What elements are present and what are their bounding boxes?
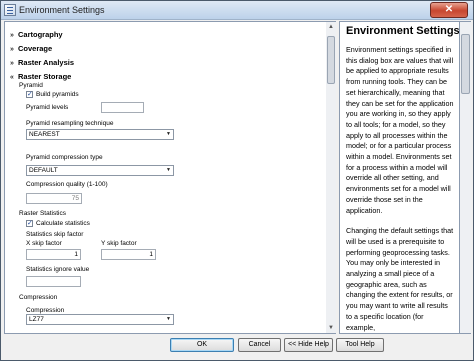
triangle-down-icon: ▼ — [166, 167, 171, 173]
compression-field-label: Compression — [26, 307, 65, 314]
environment-settings-window: Environment Settings ✕ » Cartography » Cov… — [0, 0, 474, 361]
hide-help-button[interactable]: << Hide Help — [284, 338, 333, 352]
window-app-icon — [4, 4, 16, 16]
x-skip-factor-label: X skip factor — [26, 240, 62, 247]
window-title: Environment Settings — [19, 5, 105, 15]
section-raster-storage-label: Raster Storage — [18, 72, 72, 81]
triangle-down-icon: ▼ — [166, 131, 171, 137]
section-cartography-label: Cartography — [18, 30, 63, 39]
scroll-down-icon[interactable]: ▼ — [328, 325, 334, 331]
section-raster-storage[interactable]: « Raster Storage — [10, 72, 71, 81]
statistics-ignore-value-label: Statistics ignore value — [26, 266, 90, 273]
double-chevron-icon: » — [10, 60, 14, 67]
settings-scrollbar[interactable]: ▲ ▼ — [326, 21, 336, 334]
section-coverage-label: Coverage — [18, 44, 53, 53]
settings-scrollbar-thumb[interactable] — [327, 36, 335, 84]
pyramid-resampling-label: Pyramid resampling technique — [26, 120, 114, 127]
section-coverage[interactable]: » Coverage — [10, 44, 52, 53]
section-cartography[interactable]: » Cartography — [10, 30, 63, 39]
y-skip-factor-input[interactable]: 1 — [101, 249, 156, 260]
title-bar[interactable]: Environment Settings ✕ — [1, 1, 473, 20]
help-paragraph: Changing the default settings that will … — [346, 226, 454, 332]
pyramid-group-label: Pyramid — [19, 82, 43, 89]
calculate-statistics-label: Calculate statistics — [36, 220, 90, 227]
ok-button[interactable]: OK — [170, 338, 234, 352]
compression-group-label: Compression — [19, 294, 58, 301]
help-paragraph: Environment settings specified in this d… — [346, 45, 454, 215]
help-scrollbar[interactable] — [460, 21, 471, 334]
pyramid-levels-input[interactable] — [101, 102, 144, 113]
help-title: Environment Settings — [346, 25, 460, 37]
pyramid-compression-select[interactable]: DEFAULT ▼ — [26, 165, 174, 176]
pyramid-resampling-select[interactable]: NEAREST ▼ — [26, 129, 174, 140]
cancel-button[interactable]: Cancel — [238, 338, 281, 352]
compression-value: LZ77 — [29, 316, 44, 323]
double-chevron-up-icon: « — [10, 74, 14, 81]
section-raster-analysis-label: Raster Analysis — [18, 58, 75, 67]
pyramid-levels-label: Pyramid levels — [26, 104, 69, 111]
statistics-skip-factor-label: Statistics skip factor — [26, 231, 84, 238]
section-raster-analysis[interactable]: » Raster Analysis — [10, 58, 74, 67]
y-skip-factor-label: Y skip factor — [101, 240, 137, 247]
build-pyramids-checkbox[interactable] — [26, 90, 33, 98]
statistics-ignore-value-input[interactable] — [26, 276, 81, 287]
close-button[interactable]: ✕ — [430, 2, 468, 18]
help-pane: Environment Settings Environment setting… — [339, 21, 460, 334]
x-skip-factor-input[interactable]: 1 — [26, 249, 81, 260]
double-chevron-icon: » — [10, 32, 14, 39]
scroll-up-icon[interactable]: ▲ — [328, 24, 334, 30]
settings-pane: » Cartography » Coverage » Raster Analysis … — [4, 21, 327, 334]
double-chevron-icon: » — [10, 46, 14, 53]
pyramid-resampling-value: NEAREST — [29, 131, 60, 138]
tool-help-button[interactable]: Tool Help — [336, 338, 384, 352]
compression-quality-input[interactable]: 75 — [26, 193, 82, 204]
triangle-down-icon: ▼ — [166, 316, 171, 322]
pyramid-compression-value: DEFAULT — [29, 167, 58, 174]
calculate-statistics-checkbox[interactable] — [26, 219, 33, 227]
pyramid-compression-label: Pyramid compression type — [26, 154, 103, 161]
build-pyramids-label: Build pyramids — [36, 91, 79, 98]
compression-quality-label: Compression quality (1-100) — [26, 181, 108, 188]
raster-statistics-group-label: Raster Statistics — [19, 210, 66, 217]
help-scrollbar-thumb[interactable] — [461, 34, 470, 94]
compression-select[interactable]: LZ77 ▼ — [26, 314, 174, 325]
